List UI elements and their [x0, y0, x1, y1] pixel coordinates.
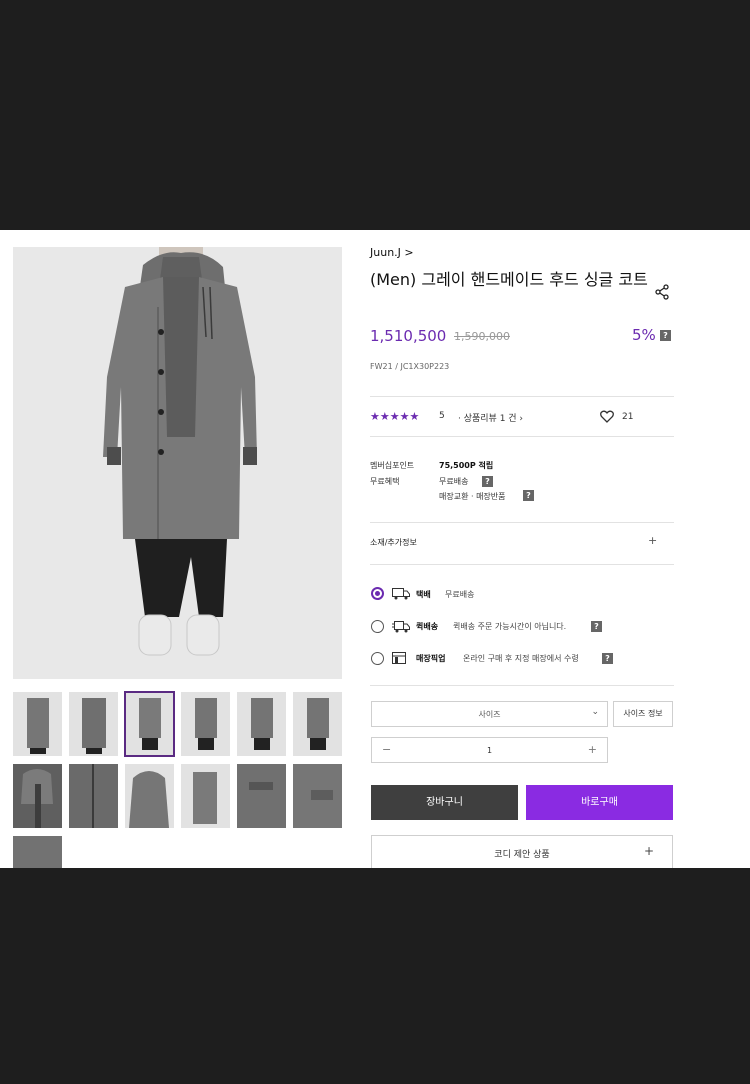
coordination-label: 코디 제안 상품 — [494, 850, 550, 860]
divider — [370, 396, 674, 397]
help-icon[interactable]: ? — [482, 476, 493, 487]
product-title: (Men) 그레이 핸드메이드 후드 싱글 코트 — [370, 270, 648, 289]
help-icon[interactable]: ? — [523, 490, 534, 501]
rating-value: 5 — [439, 411, 445, 421]
sale-price: 1,510,500 — [370, 327, 447, 345]
thumbnail[interactable] — [237, 764, 286, 828]
plus-icon[interactable]: + — [648, 534, 657, 547]
main-product-image[interactable] — [13, 247, 342, 679]
original-price: 1,590,000 — [454, 330, 510, 343]
discount-rate: 5% — [632, 326, 656, 344]
thumbnail[interactable] — [293, 764, 342, 828]
chevron-down-icon: ⌄ — [591, 707, 599, 717]
plus-icon[interactable]: + — [644, 844, 654, 858]
free-shipping: 무료배송 — [439, 477, 469, 486]
quantity-value: 1 — [486, 746, 493, 755]
product-page: Juun.J > (Men) 그레이 핸드메이드 후드 싱글 코트 1,510,… — [0, 230, 750, 868]
quick-truck-icon — [392, 621, 410, 633]
divider — [370, 564, 674, 565]
benefit-label: 무료혜택 — [370, 477, 400, 486]
divider — [370, 436, 674, 437]
size-select-value: 사이즈 — [478, 710, 501, 719]
size-info-button[interactable]: 사이즈 정보 — [613, 701, 673, 727]
bottom-dark-band — [0, 868, 750, 1084]
top-dark-band — [0, 0, 750, 230]
add-to-cart-button[interactable]: 장바구니 — [371, 785, 518, 820]
thumbnail[interactable] — [13, 692, 62, 756]
thumbnail[interactable] — [293, 692, 342, 756]
heart-icon[interactable] — [600, 410, 614, 423]
like-count: 21 — [622, 412, 634, 422]
thumbnail[interactable] — [237, 692, 286, 756]
help-icon[interactable]: ? — [591, 621, 602, 632]
buy-now-button[interactable]: 바로구매 — [526, 785, 673, 820]
divider — [370, 685, 674, 686]
shipping-desc-courier: 무료배송 — [445, 590, 475, 599]
thumbnail[interactable] — [69, 692, 118, 756]
store-icon — [392, 652, 406, 664]
shipping-label-quick: 퀵배송 — [416, 622, 439, 631]
info-accordion[interactable]: 소재/추가정보 — [370, 537, 417, 548]
shipping-radio-pickup[interactable] — [371, 652, 384, 665]
thumbnail[interactable] — [13, 836, 62, 868]
coordination-accordion[interactable]: 코디 제안 상품 + — [371, 835, 673, 868]
thumbnail-selected[interactable] — [124, 691, 175, 757]
shipping-desc-pickup: 온라인 구매 후 지정 매장에서 수령 — [463, 654, 579, 663]
thumbnail[interactable] — [13, 764, 62, 828]
help-icon[interactable]: ? — [602, 653, 613, 664]
share-icon[interactable] — [654, 284, 670, 300]
shipping-desc-quick: 퀵배송 주문 가능시간이 아닙니다. — [453, 622, 567, 631]
shipping-radio-quick[interactable] — [371, 620, 384, 633]
product-code: FW21 / JC1X30P223 — [370, 362, 450, 371]
thumbnail[interactable] — [181, 692, 230, 756]
size-select[interactable]: 사이즈 ⌄ — [371, 701, 608, 727]
shipping-radio-courier[interactable] — [371, 587, 384, 600]
plus-icon[interactable]: + — [588, 743, 597, 756]
help-icon[interactable]: ? — [660, 330, 671, 341]
rating-stars: ★★★★★ — [370, 410, 420, 423]
thumbnail[interactable] — [125, 764, 174, 828]
brand-link[interactable]: Juun.J > — [370, 246, 414, 259]
shipping-label-pickup: 매장픽업 — [416, 654, 446, 663]
store-exchange: 매장교환 · 매장반품 — [439, 492, 506, 501]
thumbnail[interactable] — [69, 764, 118, 828]
quantity-stepper[interactable]: − 1 + — [371, 737, 608, 763]
review-link[interactable]: · 상품리뷰 1 건 › — [458, 411, 523, 424]
points-label: 멤버십포인트 — [370, 461, 415, 470]
divider — [370, 522, 674, 523]
points-value: 75,500P 적립 — [439, 461, 494, 470]
shipping-label-courier: 택배 — [416, 590, 431, 599]
truck-icon — [392, 588, 410, 600]
thumbnail[interactable] — [181, 764, 230, 828]
